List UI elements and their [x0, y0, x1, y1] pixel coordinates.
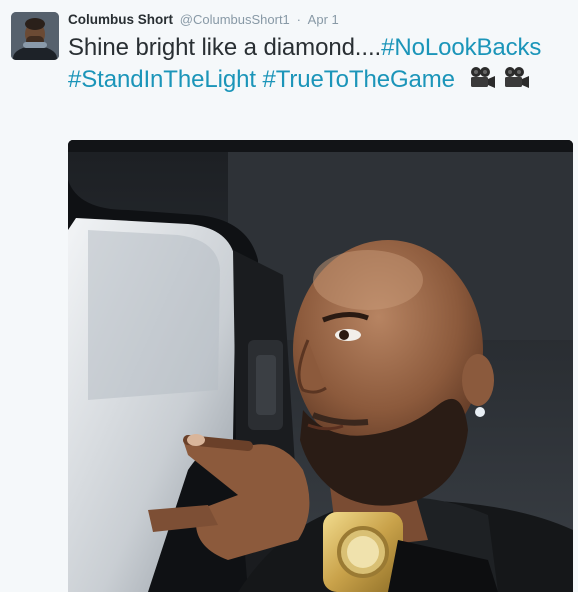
hashtag-truetothegame[interactable]: #TrueToTheGame: [262, 66, 455, 93]
avatar[interactable]: [11, 12, 59, 60]
tweet-header: Columbus Short @ColumbusShort1 · Apr 1: [68, 11, 339, 29]
meta-separator: ·: [296, 12, 301, 27]
movie-camera-icon: [468, 66, 496, 99]
author-name[interactable]: Columbus Short: [68, 12, 173, 27]
hashtag-nolookbacks[interactable]: #NoLookBacks: [381, 34, 541, 61]
tweet-photo[interactable]: [68, 140, 573, 592]
tweet-text: Shine bright like a diamond....#NoLookBa…: [68, 32, 563, 99]
hashtag-standinthelight[interactable]: #StandInTheLight: [68, 66, 256, 93]
tweet: Columbus Short @ColumbusShort1 · Apr 1 S…: [0, 0, 578, 592]
movie-camera-icon: [502, 66, 530, 99]
author-handle[interactable]: @ColumbusShort1: [180, 12, 290, 27]
tweet-text-plain: Shine bright like a diamond....: [68, 34, 382, 61]
tweet-timestamp[interactable]: Apr 1: [308, 12, 339, 27]
